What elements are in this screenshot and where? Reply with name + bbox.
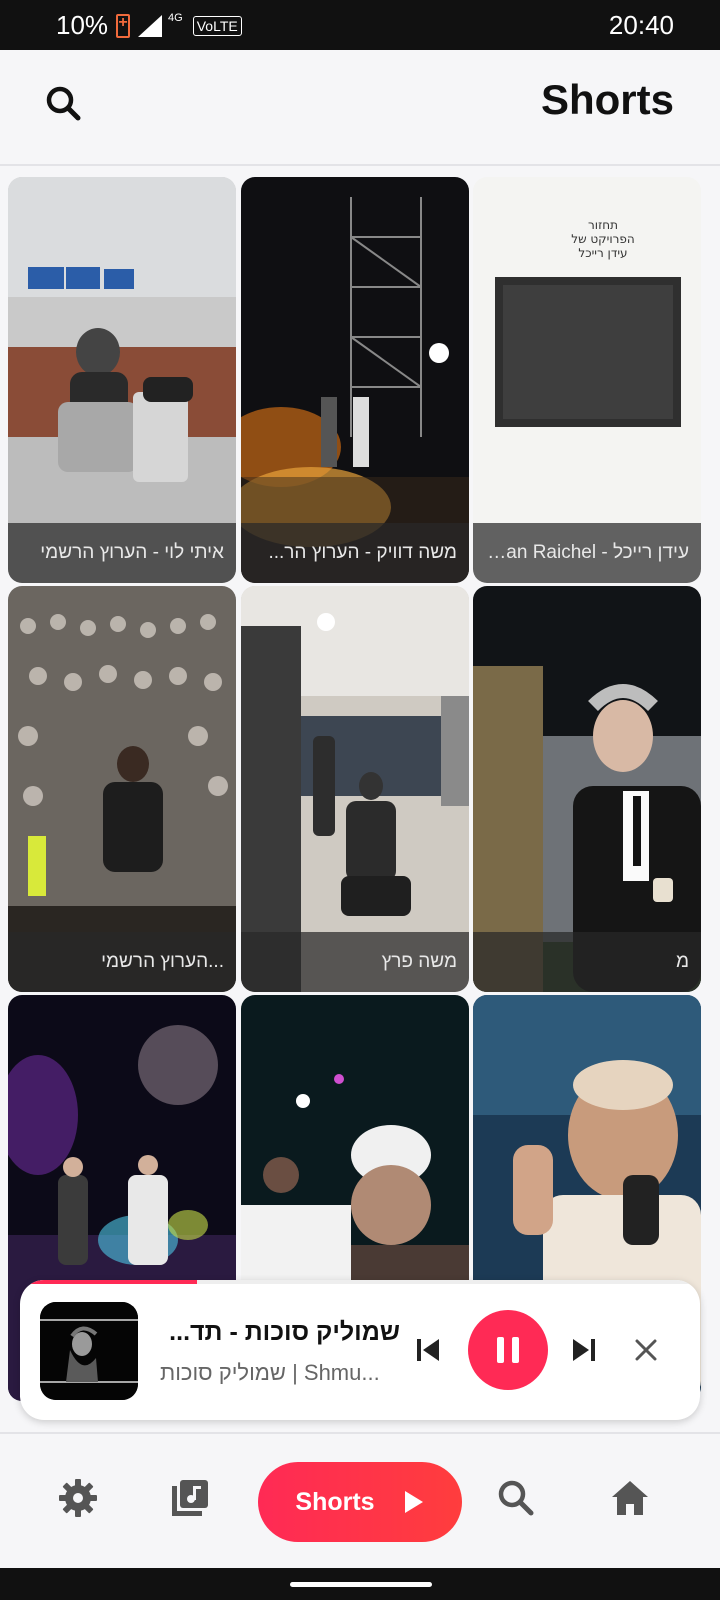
gear-icon	[59, 1479, 97, 1517]
network-type: 4G	[168, 11, 183, 24]
short-caption: משה דוויק - הערוץ הר...	[241, 523, 469, 583]
play-icon	[404, 1491, 423, 1513]
nav-shorts-label: Shorts	[295, 1487, 375, 1516]
svg-text:עידן רייכל: עידן רייכל	[578, 246, 627, 260]
next-button[interactable]	[564, 1330, 604, 1370]
previous-button[interactable]	[408, 1330, 448, 1370]
music-library-icon	[172, 1480, 208, 1516]
track-title: שמוליק סוכות - תד...	[169, 1318, 400, 1346]
skip-next-icon	[573, 1339, 595, 1361]
short-card[interactable]: משה פרץ	[241, 586, 469, 992]
nav-home[interactable]	[600, 1468, 660, 1528]
short-caption: משה פרץ	[241, 932, 469, 992]
short-caption: איתי לוי - הערוץ הרשמי	[8, 523, 236, 583]
track-artist: שמוליק סוכות | Shmu...	[160, 1360, 380, 1385]
app-header: Shorts	[0, 50, 720, 166]
pause-icon	[497, 1337, 519, 1363]
skip-previous-icon	[417, 1339, 439, 1361]
progress-bar[interactable]	[20, 1280, 197, 1284]
search-icon	[498, 1480, 534, 1516]
short-card[interactable]: מ	[473, 586, 701, 992]
bottom-navigation: Shorts	[0, 1432, 720, 1568]
home-indicator[interactable]	[290, 1582, 432, 1587]
search-icon[interactable]	[40, 80, 90, 130]
system-gesture-bar	[0, 1568, 720, 1600]
short-caption: ...הערוץ הרשמי	[8, 932, 236, 992]
volte-badge: VoLTE	[192, 15, 242, 36]
progress-track[interactable]	[20, 1280, 700, 1284]
status-left: 10% 4G VoLTE	[56, 10, 242, 41]
short-card[interactable]: ...הערוץ הרשמי	[8, 586, 236, 992]
close-icon	[635, 1339, 657, 1361]
nav-library[interactable]	[160, 1468, 220, 1528]
pause-button[interactable]	[468, 1310, 548, 1390]
status-time: 20:40	[608, 10, 674, 40]
page-title: Shorts	[540, 76, 674, 123]
short-card[interactable]: איתי לוי - הערוץ הרשמי	[8, 177, 236, 583]
status-bar: 10% 4G VoLTE 20:40	[0, 0, 720, 50]
nav-shorts[interactable]: Shorts	[258, 1462, 462, 1542]
svg-text:הפרויקט של: הפרויקט של	[571, 232, 635, 246]
mini-player[interactable]: שמוליק סוכות - תד... שמוליק סוכות | Shmu…	[20, 1280, 700, 1420]
close-player-button[interactable]	[626, 1330, 666, 1370]
short-caption: מ	[473, 932, 701, 992]
album-art[interactable]	[40, 1302, 138, 1400]
battery-icon	[116, 13, 131, 38]
battery-percentage: 10%	[56, 10, 109, 40]
svg-text:תחזור: תחזור	[588, 218, 618, 232]
short-caption: עידן רייכל - Idan Raichel...	[473, 523, 701, 583]
short-card[interactable]: משה דוויק - הערוץ הר...	[241, 177, 469, 583]
short-card[interactable]: תחזור הפרויקט של עידן רייכל עידן רייכל -…	[473, 177, 701, 583]
home-icon	[612, 1481, 648, 1515]
nav-settings[interactable]	[48, 1468, 108, 1528]
nav-search[interactable]	[486, 1468, 546, 1528]
signal-icon	[138, 14, 163, 37]
